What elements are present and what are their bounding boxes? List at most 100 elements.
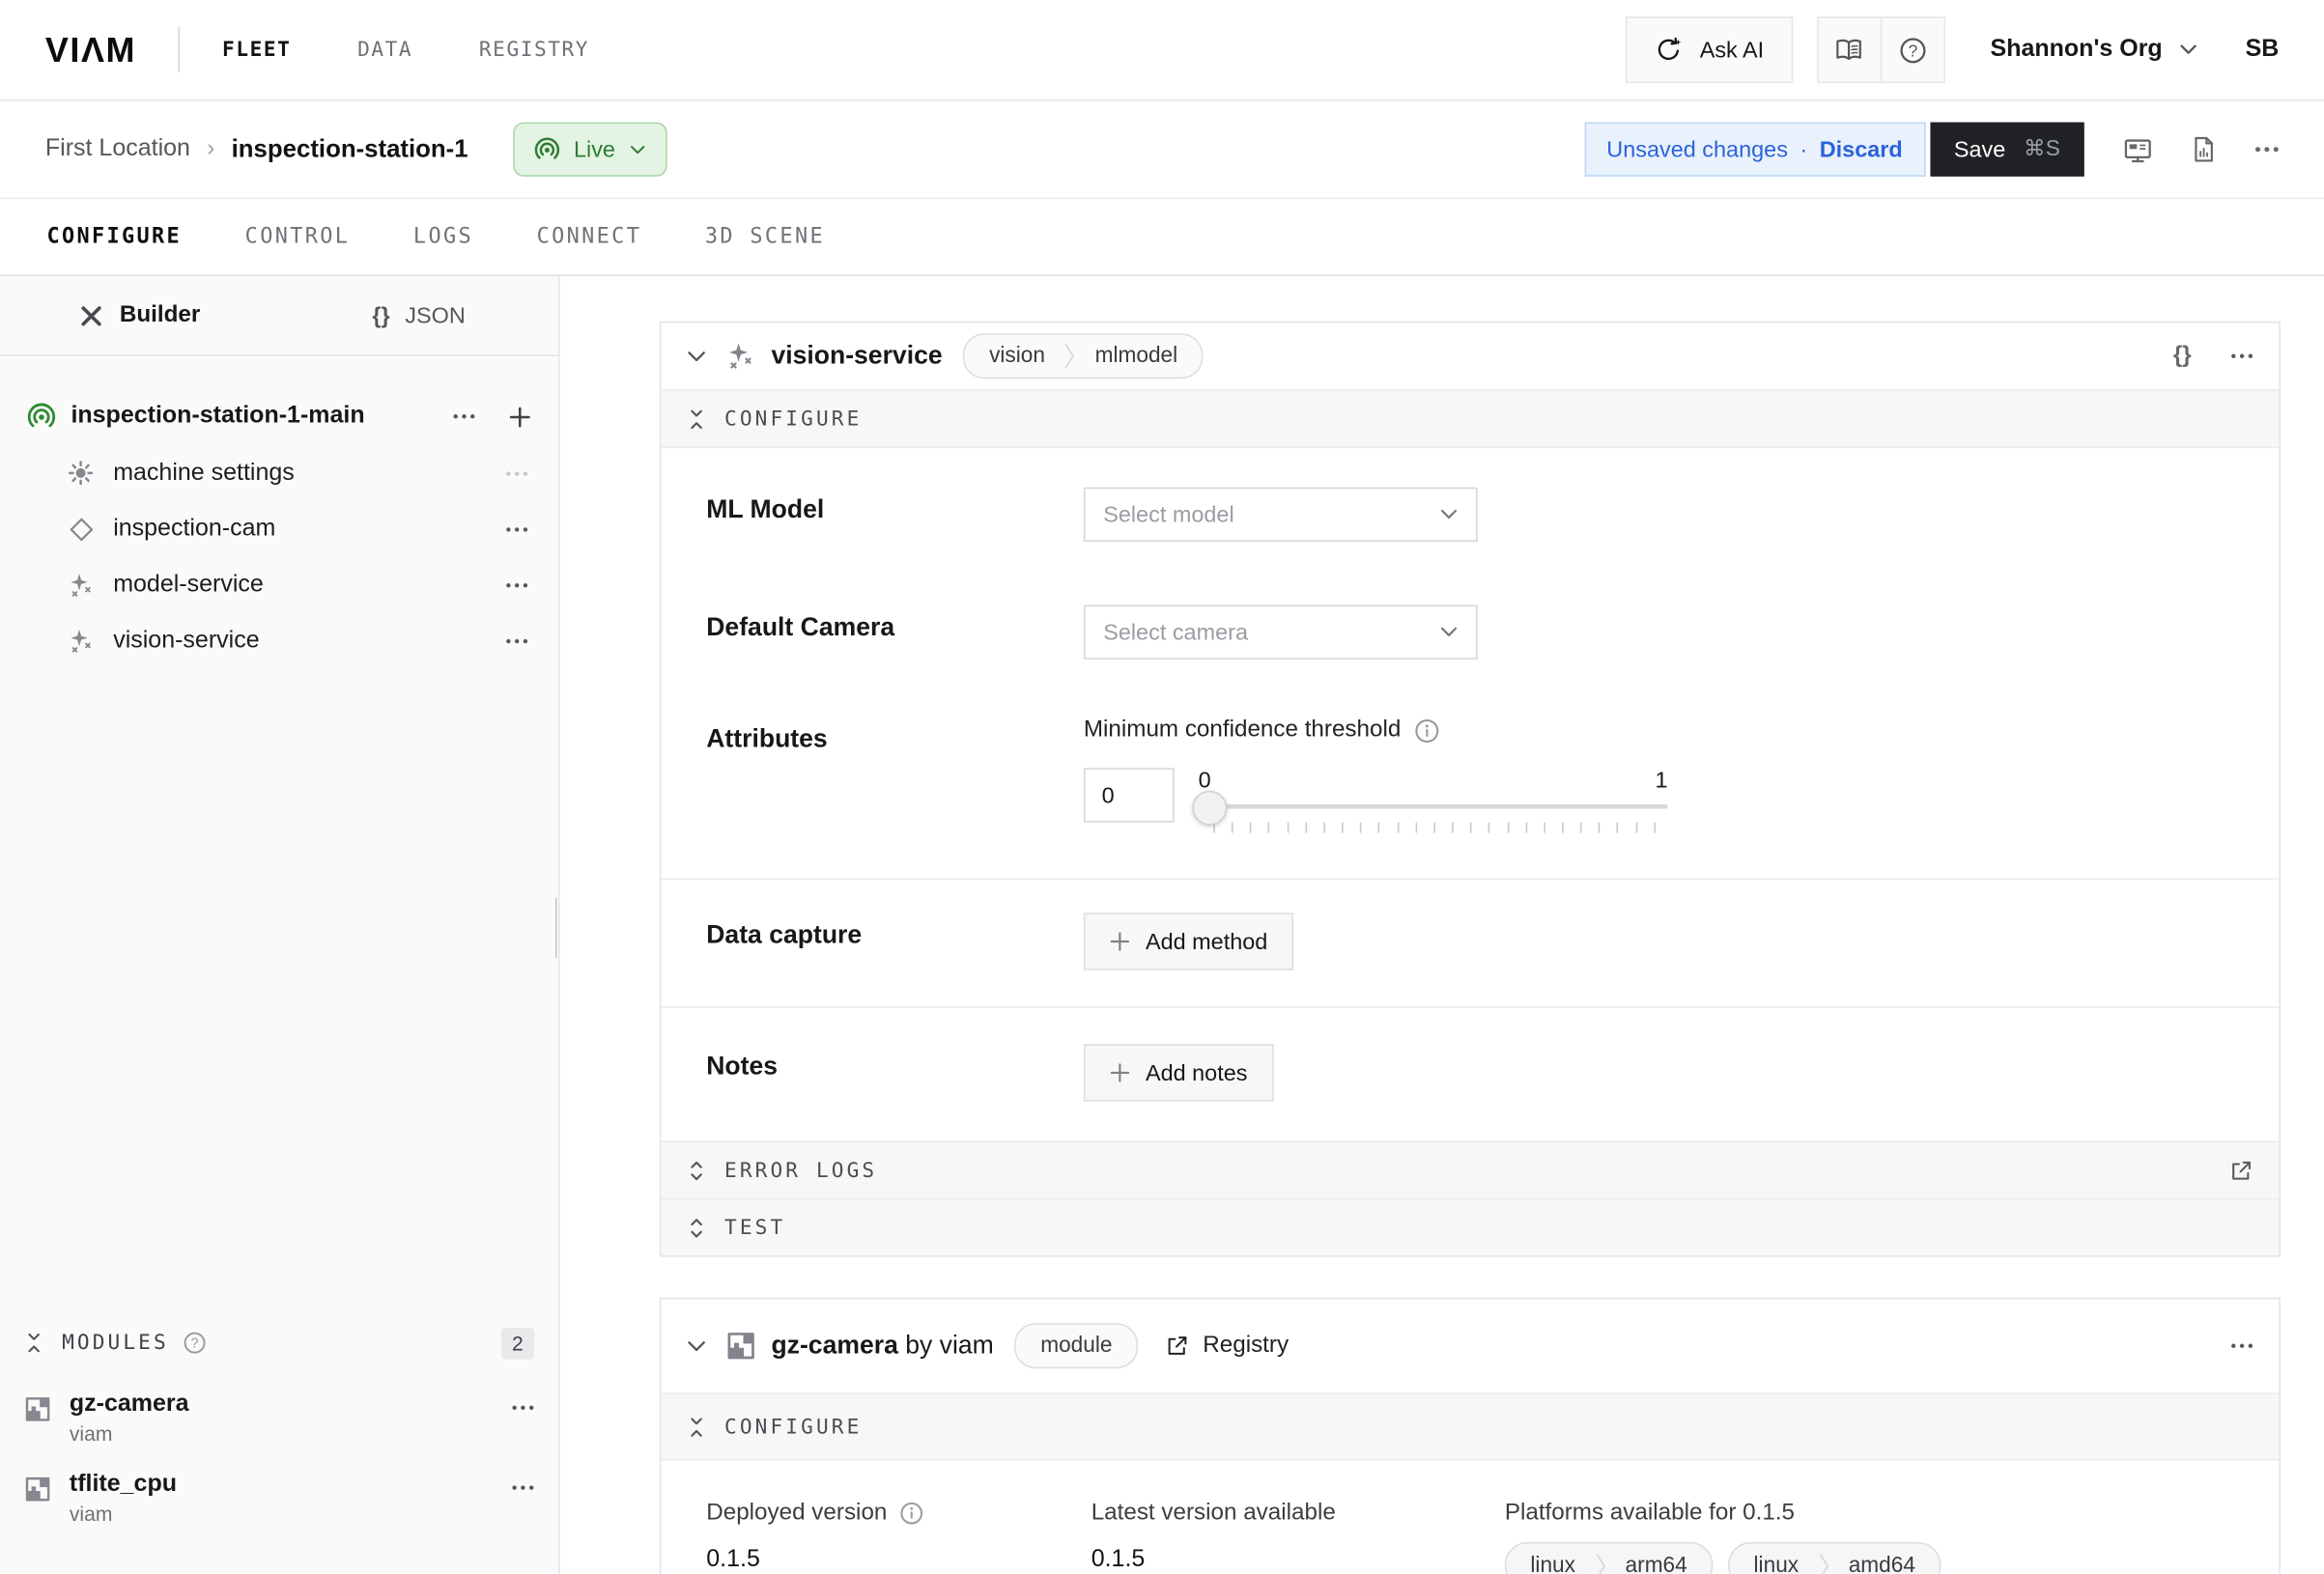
builder-mode-button[interactable]: Builder	[0, 276, 279, 354]
expand-section-icon[interactable]	[687, 1217, 706, 1238]
service-sparkle-icon	[67, 571, 96, 598]
ellipsis-menu-icon[interactable]	[453, 413, 475, 419]
add-method-button[interactable]: Add method	[1084, 913, 1293, 970]
breadcrumb-location[interactable]: First Location	[45, 136, 190, 163]
add-component-button[interactable]	[509, 406, 531, 428]
ellipsis-menu-icon[interactable]	[512, 1405, 534, 1411]
slider-range-labels: 0 1	[1196, 768, 1668, 794]
ellipsis-menu-icon[interactable]	[2230, 1343, 2253, 1349]
viam-logo[interactable]: VIΛM	[45, 29, 136, 70]
collapse-section-icon[interactable]	[687, 408, 706, 430]
live-status-dropdown[interactable]: Live	[513, 123, 666, 177]
slider-track[interactable]	[1196, 804, 1668, 809]
ellipsis-menu-icon[interactable]	[505, 637, 527, 643]
tab-3d-scene[interactable]: 3D SCENE	[705, 225, 825, 249]
tab-configure[interactable]: CONFIGURE	[46, 225, 182, 249]
tools-icon	[79, 302, 105, 328]
tab-connect[interactable]: CONNECT	[537, 225, 642, 249]
help-button[interactable]: ?	[1880, 18, 1943, 82]
tab-logs[interactable]: LOGS	[413, 225, 473, 249]
collapse-card-icon[interactable]	[687, 1339, 706, 1353]
external-link-icon[interactable]	[2229, 1158, 2253, 1182]
threshold-controls: 0 1	[1084, 768, 1668, 832]
default-camera-select[interactable]: Select camera	[1084, 605, 1478, 660]
slider-handle[interactable]	[1192, 791, 1227, 826]
modules-title: MODULES	[62, 1331, 169, 1355]
nav-item-fleet[interactable]: FLEET	[222, 38, 291, 62]
ask-ai-button[interactable]: Ask AI	[1626, 16, 1793, 83]
docs-help-group: ?	[1817, 16, 1945, 83]
tree-item-model-service[interactable]: model-service	[21, 557, 537, 613]
configure-section-strip: CONFIGURE	[661, 389, 2279, 448]
data-capture-section: Data capture Add method	[661, 878, 2279, 1006]
slider-max-label: 1	[1656, 768, 1668, 794]
expand-section-icon[interactable]	[687, 1160, 706, 1181]
help-circle-icon[interactable]: ?	[183, 1331, 207, 1355]
ellipsis-menu-icon[interactable]	[505, 526, 527, 532]
default-camera-placeholder: Select camera	[1103, 619, 1439, 645]
machine-overflow-menu[interactable]	[2254, 147, 2279, 153]
card-header-actions	[2230, 1343, 2253, 1349]
ellipsis-menu-icon[interactable]	[2230, 353, 2253, 359]
latest-version-label: Latest version available	[1091, 1500, 1505, 1527]
documentation-button[interactable]	[1818, 18, 1880, 82]
tree-item-main-part[interactable]: inspection-station-1-main	[21, 388, 537, 445]
discard-button[interactable]: Discard	[1820, 136, 1903, 162]
tree-item-inspection-cam[interactable]: inspection-cam	[21, 501, 537, 557]
collapse-card-icon[interactable]	[687, 350, 706, 363]
tree-item-vision-service[interactable]: vision-service	[21, 612, 537, 668]
add-notes-button[interactable]: Add notes	[1084, 1044, 1273, 1101]
book-icon	[1834, 38, 1864, 62]
module-tag-pill: module	[1015, 1323, 1138, 1368]
org-name: Shannon's Org	[1991, 37, 2163, 64]
latest-version-value: 0.1.5	[1091, 1547, 1505, 1574]
deployed-version-value: 0.1.5	[706, 1547, 1091, 1574]
live-status-label: Live	[574, 136, 615, 162]
collapse-section-icon[interactable]	[24, 1333, 43, 1354]
configure-section-strip: CONFIGURE	[661, 1392, 2279, 1460]
module-versions-row: Deployed version 0.1.5 Latest version av…	[661, 1461, 2279, 1574]
breadcrumb-machine-name: inspection-station-1	[232, 135, 468, 164]
tag-separator-icon	[1064, 340, 1075, 373]
platforms-label: Platforms available for 0.1.5	[1505, 1500, 1941, 1527]
threshold-input[interactable]	[1084, 768, 1175, 822]
view-mode-toggle: Builder {} JSON	[0, 276, 558, 356]
ellipsis-menu-icon[interactable]	[512, 1485, 534, 1491]
info-icon[interactable]	[1414, 717, 1440, 744]
registry-link[interactable]: Registry	[1165, 1333, 1289, 1360]
module-org: viam	[70, 1422, 189, 1445]
plus-icon	[1109, 931, 1130, 952]
user-avatar[interactable]: SB	[2246, 37, 2280, 64]
module-org: viam	[70, 1503, 177, 1525]
chevron-down-icon	[629, 144, 645, 155]
info-icon[interactable]	[899, 1502, 923, 1526]
tree-item-label: inspection-cam	[113, 516, 275, 543]
machine-report-button[interactable]	[2192, 136, 2216, 163]
test-label: TEST	[724, 1216, 785, 1240]
main-part-name: inspection-station-1-main	[71, 403, 364, 430]
save-button[interactable]: Save ⌘S	[1930, 123, 2084, 177]
json-mode-button[interactable]: {} JSON	[279, 276, 558, 354]
threshold-slider: 0 1	[1196, 768, 1668, 832]
ellipsis-menu-icon[interactable]	[505, 470, 527, 476]
nav-divider	[179, 27, 181, 72]
add-notes-label: Add notes	[1146, 1060, 1248, 1086]
edit-json-icon[interactable]: {}	[2173, 343, 2192, 370]
ai-sparkle-refresh-icon	[1655, 37, 1685, 64]
module-list-item-gz-camera[interactable]: gz-camera viam	[24, 1391, 534, 1446]
ellipsis-menu-icon[interactable]	[505, 581, 527, 587]
tree-item-machine-settings[interactable]: machine settings	[21, 445, 537, 501]
data-capture-row: Data capture Add method	[706, 913, 2233, 970]
module-list-item-tflite-cpu[interactable]: tflite_cpu viam	[24, 1471, 534, 1525]
machine-monitor-button[interactable]	[2123, 136, 2152, 162]
content-area: Builder {} JSON inspection	[0, 276, 2324, 1574]
collapse-section-icon[interactable]	[687, 1416, 706, 1437]
external-link-icon	[1165, 1334, 1189, 1358]
org-switcher[interactable]: Shannon's Org	[1991, 37, 2197, 64]
threshold-label: Minimum confidence threshold	[1084, 717, 1401, 744]
chevron-down-icon	[2179, 43, 2197, 56]
nav-item-data[interactable]: DATA	[357, 38, 412, 62]
nav-item-registry[interactable]: REGISTRY	[479, 38, 589, 62]
tab-control[interactable]: CONTROL	[245, 225, 351, 249]
ml-model-select[interactable]: Select model	[1084, 488, 1478, 542]
